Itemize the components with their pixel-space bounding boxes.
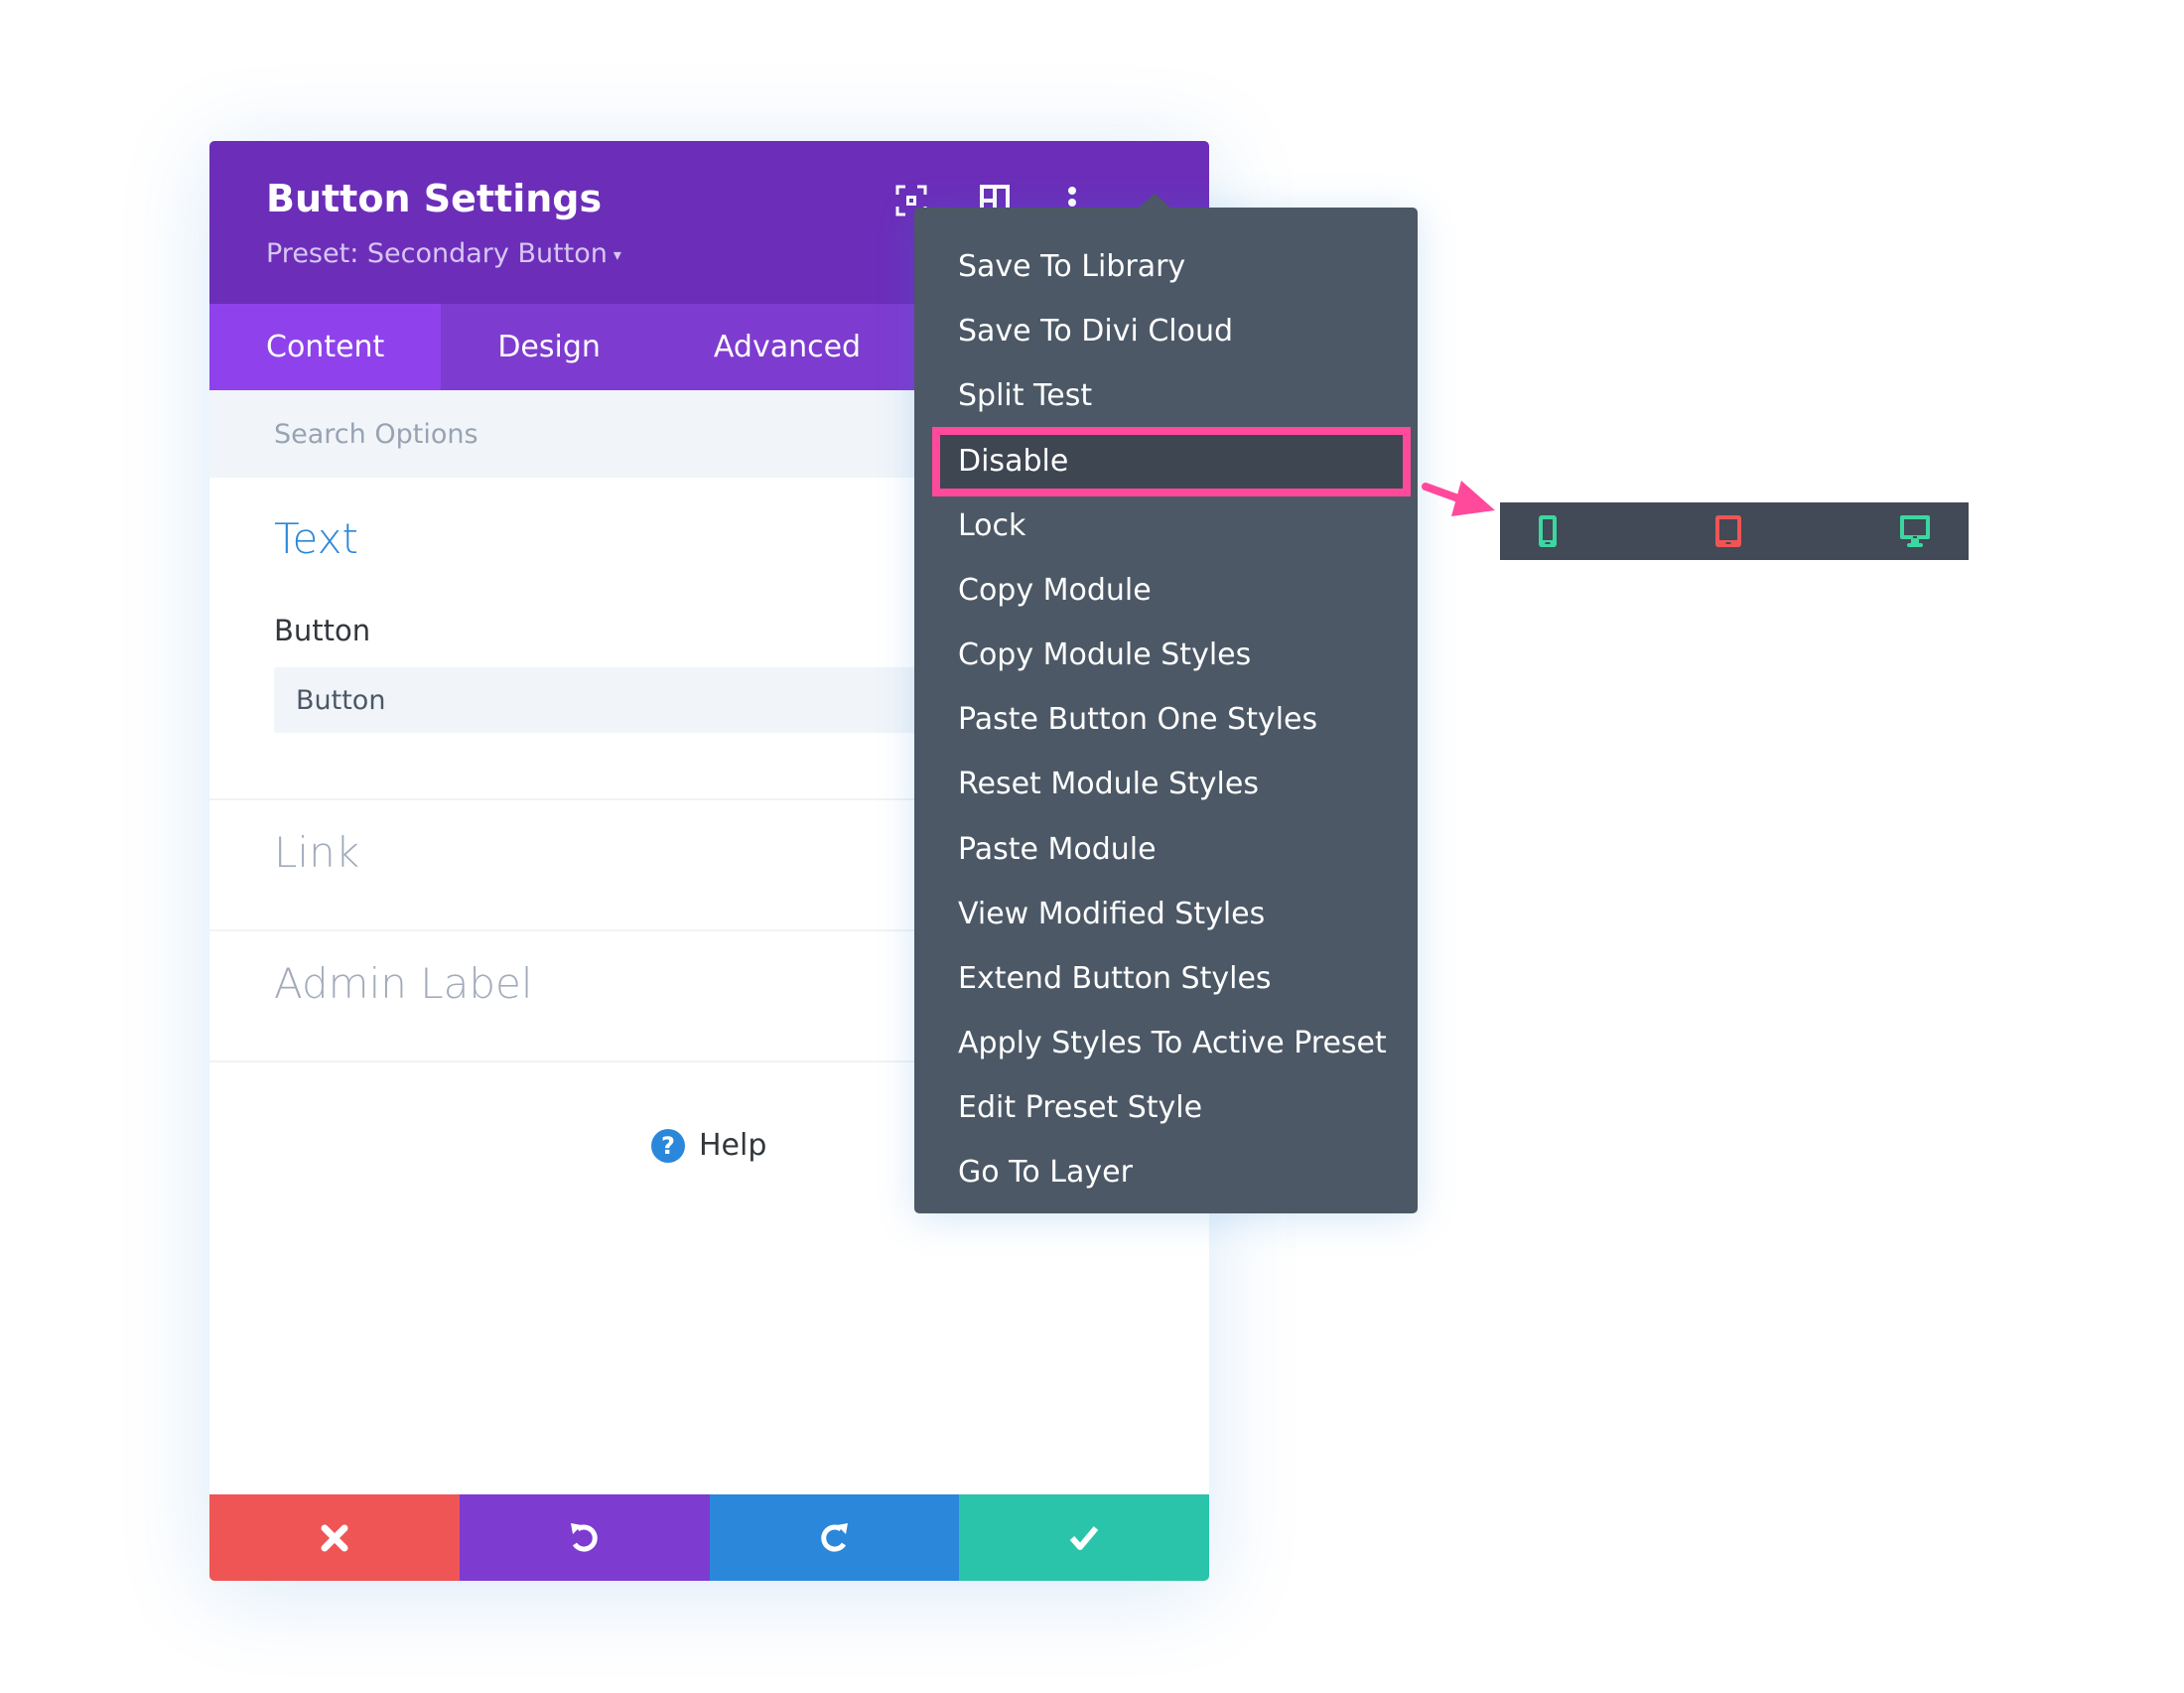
menu-item-edit-preset-style[interactable]: Edit Preset Style [914,1075,1418,1140]
desktop-icon[interactable] [1899,514,1931,548]
check-icon [1069,1525,1099,1550]
section-link-toggle[interactable]: Link [274,828,359,877]
menu-pointer [1139,194,1170,208]
menu-item-reset-module-styles[interactable]: Reset Module Styles [914,752,1418,816]
menu-item-disable[interactable]: Disable [932,426,1411,496]
preset-label: Preset: Secondary Button [266,238,608,269]
tablet-icon[interactable] [1714,514,1742,548]
tab-content[interactable]: Content [209,304,442,390]
menu-item-extend-button-styles[interactable]: Extend Button Styles [914,946,1418,1011]
panel-title: Button Settings [266,177,603,220]
menu-item-save-to-library[interactable]: Save To Library [914,234,1418,299]
module-context-menu: Save To Library Save To Divi Cloud Split… [914,194,1418,1213]
phone-icon[interactable] [1538,514,1558,548]
menu-item-apply-styles-to-active-preset[interactable]: Apply Styles To Active Preset [914,1011,1418,1075]
redo-button[interactable] [709,1494,960,1581]
section-text-toggle[interactable]: Text [274,514,358,563]
save-button[interactable] [959,1494,1209,1581]
section-admin-label-toggle[interactable]: Admin Label [274,959,533,1008]
menu-item-paste-button-one-styles[interactable]: Paste Button One Styles [914,687,1418,752]
button-text-label: Button [274,614,371,647]
menu-item-lock[interactable]: Lock [914,494,1418,558]
menu-item-save-to-divi-cloud[interactable]: Save To Divi Cloud [914,299,1418,363]
panel-footer [209,1494,1209,1581]
pointer-arrow-icon [1422,481,1495,516]
undo-icon [570,1522,598,1552]
discard-button[interactable] [209,1494,460,1581]
chevron-down-icon: ▾ [613,245,621,264]
close-icon [321,1524,348,1551]
help-link[interactable]: ? Help [651,1128,766,1163]
menu-item-copy-module[interactable]: Copy Module [914,558,1418,623]
menu-item-view-modified-styles[interactable]: View Modified Styles [914,882,1418,946]
menu-item-split-test[interactable]: Split Test [914,363,1418,428]
menu-item-copy-module-styles[interactable]: Copy Module Styles [914,623,1418,687]
preset-selector[interactable]: Preset: Secondary Button ▾ [266,238,621,269]
undo-button[interactable] [459,1494,710,1581]
tab-advanced[interactable]: Advanced [657,304,917,390]
menu-item-paste-module[interactable]: Paste Module [914,817,1418,882]
redo-icon [821,1522,849,1552]
tab-design[interactable]: Design [441,304,657,390]
menu-item-go-to-layer[interactable]: Go To Layer [914,1140,1418,1204]
device-visibility-bar [1500,502,1969,560]
help-label: Help [699,1128,767,1163]
help-icon: ? [651,1128,685,1163]
